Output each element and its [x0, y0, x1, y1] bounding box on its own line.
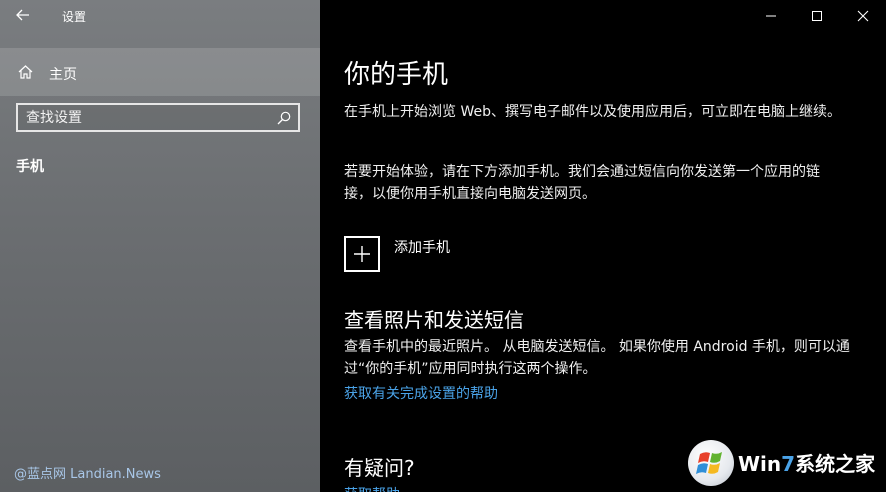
sidebar: 设置 主页 手机 @蓝点网 Landian.News	[0, 0, 320, 492]
add-phone-tile[interactable]	[344, 236, 380, 272]
plus-icon	[354, 246, 370, 262]
maximize-icon	[812, 11, 822, 21]
sidebar-item-home[interactable]: 主页	[0, 48, 320, 96]
get-help-link[interactable]: 获取帮助	[344, 484, 400, 492]
watermark-logo-text: Win7系统之家	[738, 452, 876, 476]
app-title: 设置	[62, 10, 87, 24]
minimize-icon	[766, 15, 776, 17]
minimize-button[interactable]	[748, 0, 794, 32]
search-input[interactable]	[26, 109, 266, 127]
setup-help-link[interactable]: 获取有关完成设置的帮助	[344, 383, 498, 403]
add-phone-label: 添加手机	[394, 240, 450, 256]
faq-title: 有疑问?	[344, 456, 415, 480]
windows-logo-icon	[688, 440, 734, 486]
intro-text: 在手机上开始浏览 Web、撰写电子邮件以及使用应用后，可立即在电脑上继续。	[344, 104, 841, 120]
close-icon	[857, 10, 869, 22]
page-title: 你的手机	[344, 60, 449, 90]
main-content: 你的手机 在手机上开始浏览 Web、撰写电子邮件以及使用应用后，可立即在电脑上继…	[320, 0, 886, 492]
sidebar-item-label: 主页	[49, 67, 77, 83]
watermark-logo: Win7系统之家	[688, 440, 878, 486]
section-title: 查看照片和发送短信	[344, 308, 524, 332]
maximize-button[interactable]	[794, 0, 840, 32]
section-text: 查看手机中的最近照片。 从电脑发送短信。 如果你使用 Android 手机，则可…	[344, 339, 850, 377]
close-button[interactable]	[840, 0, 886, 32]
instructions-text: 若要开始体验，请在下方添加手机。我们会通过短信向你发送第一个应用的链接，以便你用…	[344, 164, 820, 202]
back-button[interactable]	[10, 4, 38, 28]
sidebar-item-phone[interactable]: 手机	[16, 156, 44, 176]
watermark-text: @蓝点网 Landian.News	[14, 467, 161, 482]
add-phone-button[interactable]: 添加手机	[344, 236, 544, 276]
title-bar: 设置	[0, 0, 320, 32]
search-box[interactable]	[16, 103, 300, 132]
search-icon[interactable]	[277, 111, 291, 125]
back-arrow-icon	[16, 9, 29, 21]
home-icon	[18, 65, 33, 79]
